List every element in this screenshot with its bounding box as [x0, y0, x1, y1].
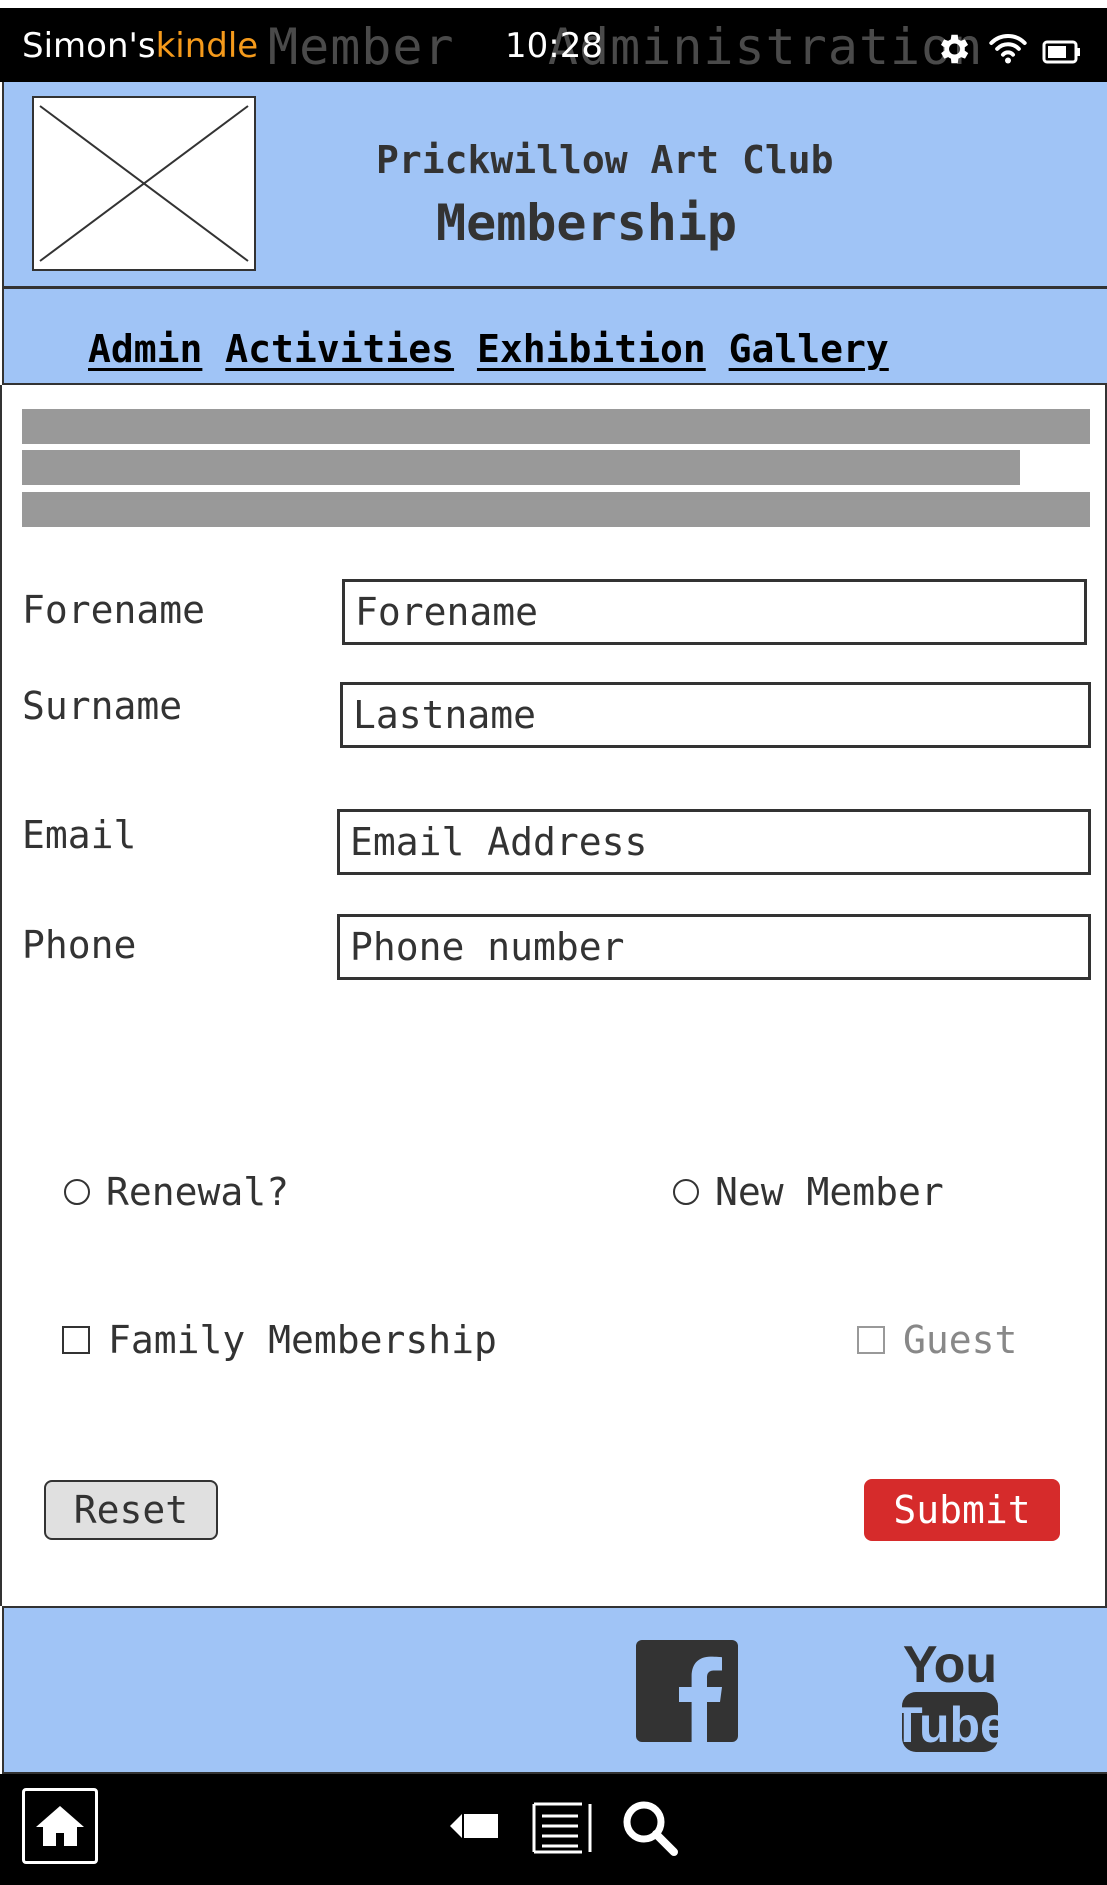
- checkbox-square-icon[interactable]: [857, 1326, 885, 1354]
- family-membership-checkbox[interactable]: Family Membership: [62, 1318, 497, 1362]
- home-button[interactable]: [22, 1788, 98, 1864]
- phone-input[interactable]: [337, 914, 1091, 980]
- page-title: Membership: [436, 194, 738, 252]
- forename-label: Forename: [22, 588, 206, 632]
- device-owner: Simon's: [22, 26, 156, 66]
- family-membership-label: Family Membership: [108, 1318, 497, 1362]
- text-placeholder-line: [22, 492, 1090, 527]
- text-placeholder-line: [22, 450, 1020, 485]
- checkbox-square-icon[interactable]: [62, 1326, 90, 1354]
- renewal-radio[interactable]: Renewal?: [64, 1170, 289, 1214]
- forename-input[interactable]: [342, 579, 1087, 645]
- nav-links: Admin Activities Exhibition Gallery: [88, 327, 889, 371]
- menu-icon[interactable]: [532, 1800, 592, 1856]
- new-member-radio[interactable]: New Member: [673, 1170, 944, 1214]
- device-brand: kindle: [155, 26, 259, 66]
- radio-circle-icon[interactable]: [64, 1179, 90, 1205]
- site-header: Prickwillow Art Club Membership: [2, 82, 1107, 289]
- logo-placeholder-image: [32, 96, 256, 271]
- ghost-title: Member Administration: [268, 18, 984, 76]
- email-label: Email: [22, 813, 137, 857]
- svg-text:You: You: [903, 1636, 997, 1694]
- reset-button[interactable]: Reset: [44, 1480, 218, 1540]
- text-placeholder-line: [22, 409, 1090, 444]
- main-nav: Admin Activities Exhibition Gallery: [2, 289, 1107, 385]
- device-navigation-bar: [0, 1774, 1107, 1885]
- image-placeholder-icon: [39, 105, 249, 262]
- device-name: Simon'skindle: [22, 26, 258, 66]
- submit-button[interactable]: Submit: [864, 1479, 1060, 1541]
- club-name: Prickwillow Art Club: [376, 138, 834, 182]
- home-icon: [36, 1806, 84, 1846]
- status-bar: Member Administration Simon'skindle 10:2…: [0, 0, 1107, 82]
- search-icon[interactable]: [620, 1798, 680, 1858]
- clock: 10:28: [505, 26, 603, 66]
- nav-link-activities[interactable]: Activities: [225, 327, 454, 371]
- guest-label: Guest: [903, 1318, 1018, 1362]
- facebook-icon[interactable]: [636, 1640, 738, 1742]
- nav-link-exhibition[interactable]: Exhibition: [477, 327, 706, 371]
- membership-form-area: [0, 385, 1107, 1606]
- radio-circle-icon[interactable]: [673, 1179, 699, 1205]
- gear-icon[interactable]: [934, 30, 972, 68]
- new-member-radio-label: New Member: [715, 1170, 944, 1214]
- nav-link-gallery[interactable]: Gallery: [729, 327, 889, 371]
- renewal-radio-label: Renewal?: [106, 1170, 290, 1214]
- nav-link-admin[interactable]: Admin: [88, 327, 202, 371]
- wifi-icon: [989, 34, 1027, 64]
- battery-icon: [1042, 40, 1080, 64]
- guest-checkbox[interactable]: Guest: [857, 1318, 1017, 1362]
- email-input[interactable]: [337, 809, 1091, 875]
- surname-input[interactable]: [340, 682, 1091, 748]
- phone-label: Phone: [22, 923, 137, 967]
- back-icon[interactable]: [448, 1808, 500, 1844]
- svg-text:Tube: Tube: [900, 1697, 1000, 1753]
- youtube-icon[interactable]: You Tube: [900, 1632, 1000, 1754]
- surname-label: Surname: [22, 684, 183, 728]
- site-footer: You Tube: [2, 1606, 1107, 1774]
